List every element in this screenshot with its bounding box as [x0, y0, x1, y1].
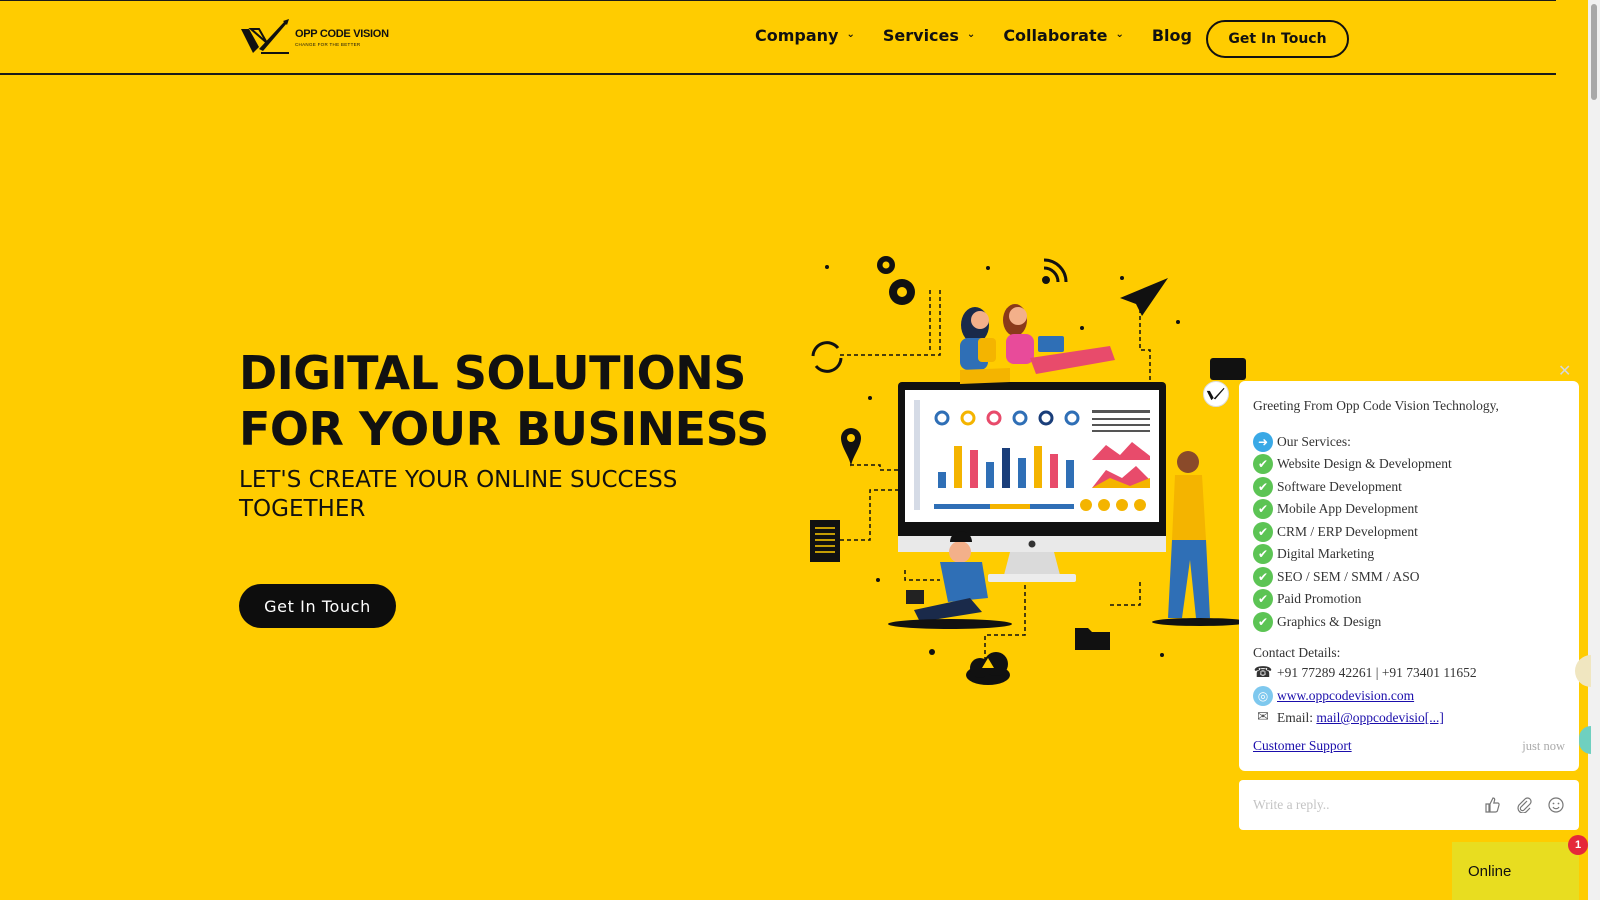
page-scrollbar[interactable] — [1588, 0, 1600, 900]
nav-item-label: Collaborate — [1003, 26, 1108, 45]
check-icon: ✔ — [1253, 454, 1273, 475]
chat-message-card: Greeting From Opp Code Vision Technology… — [1239, 381, 1579, 771]
chat-bubble-icon — [1210, 358, 1246, 380]
chat-launcher-button[interactable]: Online — [1452, 842, 1579, 900]
service-item: ✔ CRM / ERP Development — [1253, 521, 1565, 544]
brand-name: OPP CODE VISION — [295, 27, 389, 40]
logo-mark-icon — [1206, 387, 1225, 401]
chevron-down-icon: ⌄ — [1115, 29, 1124, 40]
check-icon: ✔ — [1253, 521, 1273, 542]
paperclip-icon[interactable] — [1515, 796, 1533, 814]
arrow-right-icon: ➜ — [1253, 431, 1273, 452]
message-timestamp: just now — [1522, 738, 1565, 753]
check-icon: ✔ — [1253, 589, 1273, 610]
refresh-icon — [811, 341, 843, 373]
gear-icon — [877, 256, 915, 305]
contact-phones: ☎ +91 77289 42261 | +91 73401 11652 — [1253, 662, 1565, 685]
brand-logo[interactable]: OPP CODE VISION CHANGE FOR THE BETTER — [239, 19, 389, 55]
header-get-in-touch-button[interactable]: Get In Touch — [1206, 20, 1349, 58]
service-label: Paid Promotion — [1277, 591, 1362, 606]
hero-get-in-touch-button[interactable]: Get In Touch — [239, 584, 396, 628]
nav-item-services[interactable]: Services ⌄ — [883, 26, 975, 45]
hero-illustration — [810, 256, 1248, 685]
contact-email: ✉ Email: mail@oppcodevisio[...] — [1253, 707, 1565, 730]
chat-reply-box[interactable]: Write a reply.. — [1239, 780, 1579, 830]
phones-text: +91 77289 42261 | +91 73401 11652 — [1277, 665, 1477, 680]
chat-greeting: Greeting From Opp Code Vision Technology… — [1253, 398, 1499, 413]
site-header: OPP CODE VISION CHANGE FOR THE BETTER Co… — [0, 0, 1556, 75]
check-icon: ✔ — [1253, 566, 1273, 587]
check-icon: ✔ — [1253, 499, 1273, 520]
service-item: ✔ Graphics & Design — [1253, 611, 1565, 634]
service-item: ✔ SEO / SEM / SMM / ASO — [1253, 566, 1565, 589]
services-heading-label: Our Services: — [1277, 433, 1351, 449]
rss-icon — [1042, 258, 1068, 284]
check-icon: ✔ — [1253, 611, 1273, 632]
service-item: ✔ Mobile App Development — [1253, 498, 1565, 521]
brand-tagline: CHANGE FOR THE BETTER — [295, 41, 361, 47]
main-nav: Company ⌄ Services ⌄ Collaborate ⌄ Blog — [755, 26, 1220, 45]
nav-item-blog[interactable]: Blog — [1152, 26, 1192, 45]
service-label: SEO / SEM / SMM / ASO — [1277, 568, 1420, 584]
phone-icon: ☎ — [1253, 665, 1273, 681]
contact-heading: Contact Details: — [1253, 645, 1341, 660]
service-item: ✔ Digital Marketing — [1253, 543, 1565, 566]
document-icon — [810, 520, 840, 562]
location-pin-icon — [841, 428, 861, 468]
email-link[interactable]: mail@oppcodevisio[...] — [1316, 707, 1444, 730]
nav-item-collaborate[interactable]: Collaborate ⌄ — [1003, 26, 1124, 45]
service-item: ✔ Software Development — [1253, 476, 1565, 499]
chat-services-heading: ➜ Our Services: — [1253, 431, 1565, 454]
folder-icon — [1075, 628, 1110, 650]
paper-plane-icon — [1120, 278, 1168, 316]
chevron-down-icon: ⌄ — [966, 29, 976, 40]
check-icon: ✔ — [1253, 476, 1273, 497]
contact-website: ◎ www.oppcodevision.com — [1253, 685, 1565, 708]
chevron-down-icon: ⌄ — [846, 29, 855, 40]
hero-title-line2: FOR YOUR BUSINESS — [239, 402, 769, 456]
service-label: CRM / ERP Development — [1277, 523, 1418, 539]
email-icon: ✉ — [1257, 710, 1269, 725]
service-label: Graphics & Design — [1277, 613, 1382, 629]
nav-item-company[interactable]: Company ⌄ — [755, 26, 855, 45]
reply-input[interactable]: Write a reply.. — [1253, 797, 1469, 813]
monitor-illustration — [898, 382, 1166, 582]
service-label: Software Development — [1277, 478, 1402, 494]
service-item: ✔ Paid Promotion — [1253, 588, 1565, 611]
chat-agent-avatar — [1203, 381, 1229, 407]
service-item: ✔ Website Design & Development — [1253, 453, 1565, 476]
service-label: Digital Marketing — [1277, 546, 1375, 561]
smiley-icon[interactable] — [1547, 796, 1565, 814]
check-icon: ✔ — [1253, 544, 1273, 565]
nav-item-label: Services — [882, 26, 959, 45]
hero-subtitle: LET'S CREATE YOUR ONLINE SUCCESS TOGETHE… — [239, 467, 678, 522]
customer-support-link[interactable]: Customer Support — [1253, 735, 1352, 758]
service-label: Mobile App Development — [1277, 501, 1418, 516]
close-icon[interactable]: ✕ — [1558, 361, 1571, 380]
cloud-upload-icon — [966, 652, 1010, 685]
nav-item-label: Company — [755, 26, 839, 45]
thumbs-up-icon[interactable] — [1483, 796, 1501, 814]
hero-title-line1: DIGITAL SOLUTIONS — [239, 346, 746, 400]
side-widget-tab[interactable] — [1579, 726, 1591, 754]
service-label: Website Design & Development — [1277, 456, 1452, 471]
hero-title: DIGITAL SOLUTIONS FOR YOUR BUSINESS — [239, 345, 769, 457]
email-label: Email: — [1277, 710, 1313, 725]
nav-item-label: Blog — [1151, 26, 1192, 45]
globe-icon: ◎ — [1253, 685, 1273, 706]
logo-mark-icon — [241, 19, 289, 54]
website-link[interactable]: www.oppcodevision.com — [1277, 685, 1414, 708]
scrollbar-thumb[interactable] — [1591, 4, 1597, 100]
unread-count-badge: 1 — [1568, 835, 1588, 855]
